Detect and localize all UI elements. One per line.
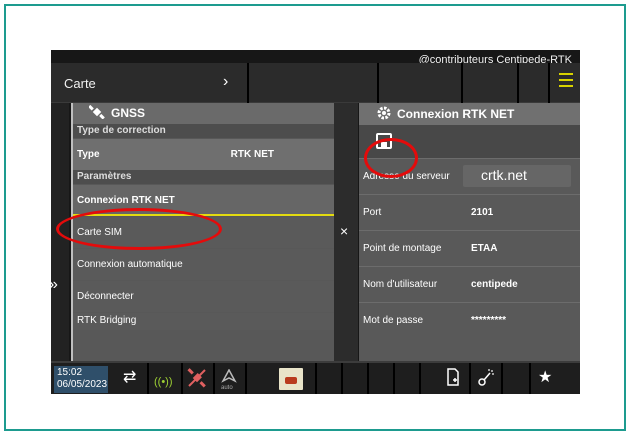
sprayer-icon[interactable] xyxy=(477,368,495,392)
divider xyxy=(469,363,471,394)
divider xyxy=(367,363,369,394)
divider xyxy=(548,63,550,103)
gear-icon xyxy=(377,106,391,123)
satellite-icon xyxy=(88,104,105,122)
type-value: RTK NET xyxy=(230,149,274,160)
field-password[interactable]: Mot de passe ********* xyxy=(359,302,580,338)
divider xyxy=(315,363,317,394)
clock-display: 15:02 06/05/2023 xyxy=(54,366,108,393)
expand-arrows-icon[interactable]: » xyxy=(51,276,58,294)
field-port[interactable]: Port 2101 xyxy=(359,194,580,230)
annotation-ellipse xyxy=(56,208,222,250)
radio-signal-icon[interactable]: ((•)) xyxy=(154,372,173,392)
divider xyxy=(245,363,247,394)
divider xyxy=(461,63,463,103)
divider xyxy=(501,363,503,394)
divider xyxy=(529,363,531,394)
divider xyxy=(147,363,149,394)
star-icon[interactable]: ★ xyxy=(538,368,552,388)
server-address-input[interactable]: crtk.net xyxy=(463,165,571,187)
divider xyxy=(419,363,421,394)
swap-arrows-icon[interactable]: ⇄ xyxy=(123,368,136,388)
section-correction-type: Type de correction xyxy=(73,124,334,138)
gnss-panel-header: GNSS xyxy=(73,103,334,124)
port-value[interactable]: 2101 xyxy=(471,207,493,218)
password-value[interactable]: ********* xyxy=(471,315,506,326)
field-label: Mot de passe xyxy=(363,315,424,326)
field-username[interactable]: Nom d'utilisateur centipede xyxy=(359,266,580,302)
divider xyxy=(377,63,379,103)
divider xyxy=(517,63,519,103)
top-bar: Carte › xyxy=(51,63,580,103)
field-label: Point de montage xyxy=(363,243,442,254)
menu-item-label: RTK Bridging xyxy=(77,315,137,326)
type-row[interactable]: Type RTK NET xyxy=(73,138,334,170)
username-value[interactable]: centipede xyxy=(471,279,518,290)
auto-label: auto xyxy=(221,385,233,391)
panel-separator: × xyxy=(334,103,358,361)
screenshot-frame: @contributeurs Centipede-RTK Carte › » G… xyxy=(4,4,626,431)
menu-item-auto-connect[interactable]: Connexion automatique xyxy=(73,248,334,280)
type-label: Type xyxy=(77,149,100,160)
gnss-title: GNSS xyxy=(111,106,146,120)
tractor-app-icon[interactable] xyxy=(279,368,303,390)
menu-item-rtk-bridging[interactable]: RTK Bridging xyxy=(73,312,334,330)
time: 15:02 xyxy=(57,367,83,378)
bottom-bar: 15:02 06/05/2023 ⇄ ((•)) auto ★ xyxy=(51,361,580,394)
date: 06/05/2023 xyxy=(57,379,108,390)
divider xyxy=(181,363,183,394)
document-add-icon[interactable] xyxy=(446,368,460,392)
chevron-right-icon[interactable]: › xyxy=(223,73,228,91)
divider xyxy=(393,363,395,394)
divider xyxy=(213,363,215,394)
close-icon[interactable]: × xyxy=(340,223,348,239)
field-label: Port xyxy=(363,207,382,218)
menu-item-label: Connexion RTK NET xyxy=(77,195,175,206)
divider xyxy=(341,363,343,394)
field-label: Nom d'utilisateur xyxy=(363,279,438,290)
rtk-net-title: Connexion RTK NET xyxy=(397,107,515,121)
menu-item-label: Déconnecter xyxy=(77,291,134,302)
hamburger-menu-icon[interactable] xyxy=(556,69,576,97)
divider xyxy=(247,63,249,103)
menu-item-disconnect[interactable]: Déconnecter xyxy=(73,280,334,312)
field-mountpoint[interactable]: Point de montage ETAA xyxy=(359,230,580,266)
annotation-ellipse xyxy=(364,138,418,178)
menu-item-label: Connexion automatique xyxy=(77,259,183,270)
map-title[interactable]: Carte xyxy=(64,76,96,91)
terminal-photo: @contributeurs Centipede-RTK Carte › » G… xyxy=(51,50,580,394)
rtk-net-panel-header: Connexion RTK NET xyxy=(359,103,580,125)
mountpoint-value[interactable]: ETAA xyxy=(471,243,497,254)
satellite-disabled-icon[interactable] xyxy=(187,368,207,394)
section-parameters: Paramètres xyxy=(73,170,334,184)
